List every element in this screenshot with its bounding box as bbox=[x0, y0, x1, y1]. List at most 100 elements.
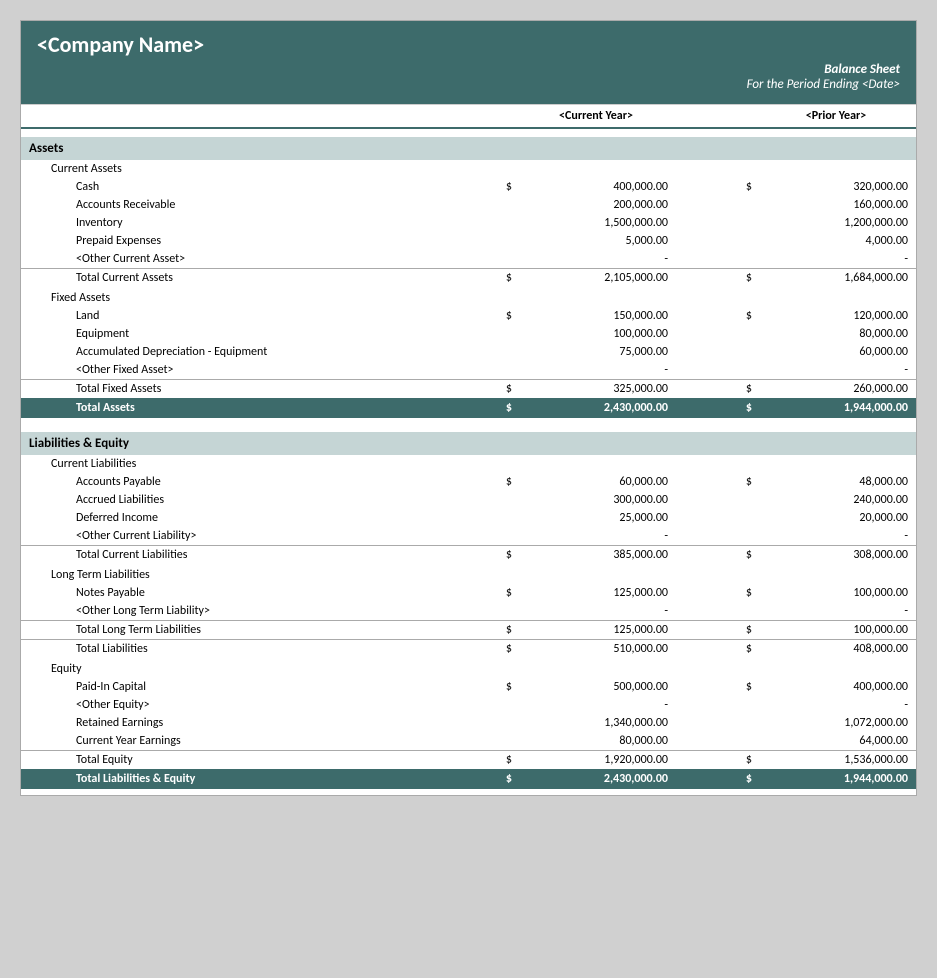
other-equity-label: <Other Equity> bbox=[21, 697, 436, 713]
total-liabilities-equity-row: Total Liabilities & Equity $ 2,430,000.0… bbox=[21, 769, 916, 789]
re-py-value: 1,072,000.00 bbox=[756, 715, 916, 731]
total-equity-py-value: 1,536,000.00 bbox=[756, 752, 916, 768]
total-ltl-label: Total Long Term Liabilities bbox=[21, 622, 436, 638]
notes-cy-value: 125,000.00 bbox=[516, 585, 676, 601]
total-fa-label: Total Fixed Assets bbox=[21, 381, 436, 397]
total-assets-row: Total Assets $ 2,430,000.00 $ 1,944,000.… bbox=[21, 398, 916, 418]
row-cash: Cash $ 400,000.00 $ 320,000.00 bbox=[21, 178, 916, 196]
total-liabilities-row: Total Liabilities $ 510,000.00 $ 408,000… bbox=[21, 639, 916, 658]
row-other-equity: <Other Equity> - - bbox=[21, 696, 916, 714]
total-equity-label: Total Equity bbox=[21, 752, 436, 768]
total-assets-cy-value: 2,430,000.00 bbox=[516, 400, 676, 416]
row-paid-in-capital: Paid-In Capital $ 500,000.00 $ 400,000.0… bbox=[21, 678, 916, 696]
row-ar: Accounts Receivable 200,000.00 160,000.0… bbox=[21, 196, 916, 214]
other-equity-cy-value: - bbox=[516, 697, 676, 713]
total-ltl-cy-value: 125,000.00 bbox=[516, 622, 676, 638]
other-fa-py-value: - bbox=[756, 362, 916, 378]
ap-py-value: 48,000.00 bbox=[756, 474, 916, 490]
other-ca-py-value: - bbox=[756, 251, 916, 267]
total-liabilities-py-value: 408,000.00 bbox=[756, 641, 916, 657]
cash-cy-value: 400,000.00 bbox=[516, 179, 676, 195]
equity-label: Equity bbox=[21, 661, 436, 677]
company-name: <Company Name> bbox=[37, 31, 900, 58]
current-liabilities-label-row: Current Liabilities bbox=[21, 455, 916, 473]
prepaid-cy-value: 5,000.00 bbox=[516, 233, 676, 249]
row-other-cl: <Other Current Liability> - - bbox=[21, 527, 916, 545]
header: <Company Name> Balance Sheet For the Per… bbox=[21, 21, 916, 104]
deferred-cy-value: 25,000.00 bbox=[516, 510, 676, 526]
inventory-py-value: 1,200,000.00 bbox=[756, 215, 916, 231]
total-cl-py-value: 308,000.00 bbox=[756, 547, 916, 563]
row-land: Land $ 150,000.00 $ 120,000.00 bbox=[21, 307, 916, 325]
col-dollar-py bbox=[676, 109, 756, 123]
total-assets-label: Total Assets bbox=[21, 400, 436, 416]
ar-py-value: 160,000.00 bbox=[756, 197, 916, 213]
total-assets-py-dollar: $ bbox=[676, 400, 756, 416]
ap-cy-value: 60,000.00 bbox=[516, 474, 676, 490]
cye-cy-value: 80,000.00 bbox=[516, 733, 676, 749]
total-fa-cy-value: 325,000.00 bbox=[516, 381, 676, 397]
other-cl-py-value: - bbox=[756, 528, 916, 544]
total-le-cy-dollar: $ bbox=[436, 771, 516, 787]
cye-py-value: 64,000.00 bbox=[756, 733, 916, 749]
total-fa-cy-dollar: $ bbox=[436, 381, 516, 397]
total-equity-row: Total Equity $ 1,920,000.00 $ 1,536,000.… bbox=[21, 750, 916, 769]
other-ltl-cy-value: - bbox=[516, 603, 676, 619]
other-ca-cy-value: - bbox=[516, 251, 676, 267]
re-cy-value: 1,340,000.00 bbox=[516, 715, 676, 731]
current-assets-label: Current Assets bbox=[21, 161, 436, 177]
accum-depr-py-value: 60,000.00 bbox=[756, 344, 916, 360]
notes-py-value: 100,000.00 bbox=[756, 585, 916, 601]
total-le-py-value: 1,944,000.00 bbox=[756, 771, 916, 787]
other-fa-cy-value: - bbox=[516, 362, 676, 378]
total-le-cy-value: 2,430,000.00 bbox=[516, 771, 676, 787]
row-accum-depr: Accumulated Depreciation - Equipment 75,… bbox=[21, 343, 916, 361]
row-prepaid: Prepaid Expenses 5,000.00 4,000.00 bbox=[21, 232, 916, 250]
current-liabilities-label: Current Liabilities bbox=[21, 456, 436, 472]
row-deferred-income: Deferred Income 25,000.00 20,000.00 bbox=[21, 509, 916, 527]
row-accrued-liab: Accrued Liabilities 300,000.00 240,000.0… bbox=[21, 491, 916, 509]
header-right: Balance Sheet For the Period Ending <Dat… bbox=[37, 62, 900, 92]
land-cy-value: 150,000.00 bbox=[516, 308, 676, 324]
row-ap: Accounts Payable $ 60,000.00 $ 48,000.00 bbox=[21, 473, 916, 491]
retained-earnings-label: Retained Earnings bbox=[21, 715, 436, 731]
notes-payable-label: Notes Payable bbox=[21, 585, 436, 601]
deferred-py-value: 20,000.00 bbox=[756, 510, 916, 526]
total-current-assets-row: Total Current Assets $ 2,105,000.00 $ 1,… bbox=[21, 268, 916, 287]
total-ca-cy-dollar: $ bbox=[436, 270, 516, 286]
fixed-assets-label-row: Fixed Assets bbox=[21, 289, 916, 307]
other-ltl-label: <Other Long Term Liability> bbox=[21, 603, 436, 619]
total-ca-cy-value: 2,105,000.00 bbox=[516, 270, 676, 286]
total-fa-py-value: 260,000.00 bbox=[756, 381, 916, 397]
col-prior-year: <Prior Year> bbox=[756, 109, 916, 123]
total-liabilities-label: Total Liabilities bbox=[21, 641, 436, 657]
total-cl-label: Total Current Liabilities bbox=[21, 547, 436, 563]
equipment-py-value: 80,000.00 bbox=[756, 326, 916, 342]
equity-label-row: Equity bbox=[21, 660, 916, 678]
row-current-year-earnings: Current Year Earnings 80,000.00 64,000.0… bbox=[21, 732, 916, 750]
liabilities-equity-section-header: Liabilities & Equity bbox=[21, 432, 916, 455]
land-label: Land bbox=[21, 308, 436, 324]
lt-liabilities-label-row: Long Term Liabilities bbox=[21, 566, 916, 584]
accum-depr-label: Accumulated Depreciation - Equipment bbox=[21, 344, 436, 360]
inventory-cy-value: 1,500,000.00 bbox=[516, 215, 676, 231]
ar-label: Accounts Receivable bbox=[21, 197, 436, 213]
col-current-year: <Current Year> bbox=[516, 109, 676, 123]
cash-label: Cash bbox=[21, 179, 436, 195]
row-retained-earnings: Retained Earnings 1,340,000.00 1,072,000… bbox=[21, 714, 916, 732]
equipment-cy-value: 100,000.00 bbox=[516, 326, 676, 342]
cash-py-dollar: $ bbox=[676, 179, 756, 195]
column-headers: <Current Year> <Prior Year> bbox=[21, 104, 916, 129]
doc-title: Balance Sheet bbox=[37, 62, 900, 77]
inventory-label: Inventory bbox=[21, 215, 436, 231]
accrued-liab-label: Accrued Liabilities bbox=[21, 492, 436, 508]
lt-liabilities-label: Long Term Liabilities bbox=[21, 567, 436, 583]
accrued-liab-py-value: 240,000.00 bbox=[756, 492, 916, 508]
deferred-income-label: Deferred Income bbox=[21, 510, 436, 526]
total-fa-py-dollar: $ bbox=[676, 381, 756, 397]
row-other-fa: <Other Fixed Asset> - - bbox=[21, 361, 916, 379]
total-le-label: Total Liabilities & Equity bbox=[21, 771, 436, 787]
other-cl-label: <Other Current Liability> bbox=[21, 528, 436, 544]
prepaid-py-value: 4,000.00 bbox=[756, 233, 916, 249]
other-ltl-py-value: - bbox=[756, 603, 916, 619]
